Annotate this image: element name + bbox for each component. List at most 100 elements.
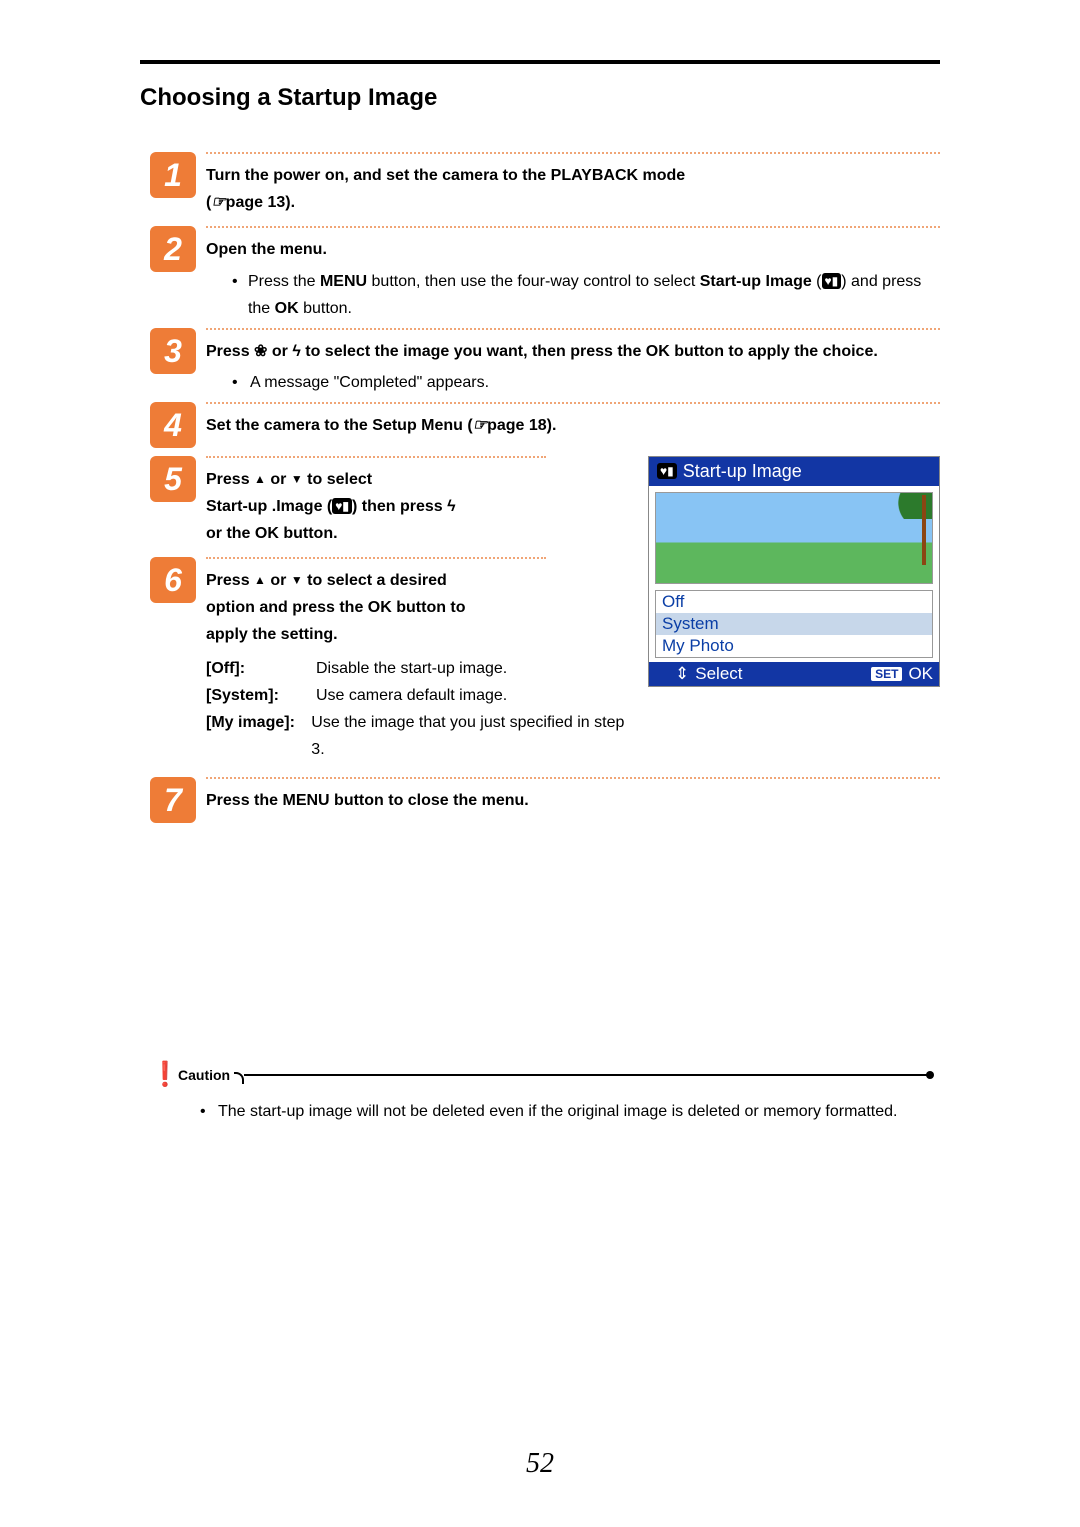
page: Choosing a Startup Image 1 Turn the powe… [140, 0, 940, 1510]
caution-block: ❗ Caution • The start-up image will not … [150, 1060, 930, 1125]
step-number-4: 4 [150, 402, 196, 448]
text: Press [206, 343, 254, 360]
bullet-icon: • [232, 369, 250, 396]
text: or [266, 471, 291, 488]
option-myimage-desc: Use the image that you just specified in… [311, 709, 628, 763]
triangle-up-icon [254, 572, 266, 589]
step-number-5: 5 [150, 456, 196, 502]
table-row: [Off]: Disable the start-up image. [206, 655, 628, 682]
option-system-desc: Use camera default image. [316, 682, 507, 709]
step-number-2: 2 [150, 226, 196, 272]
pointer-icon: ☞ [211, 194, 225, 211]
text: Start-up .Image ( [206, 498, 332, 515]
ok-label: OK [908, 664, 933, 684]
step-3-heading: Press ❀ or ϟ to select the image you wan… [206, 343, 878, 360]
text: apply the setting. [206, 626, 338, 643]
step-1-heading: Turn the power on, and set the camera to… [206, 167, 685, 211]
screenshot-option-off: Off [656, 591, 932, 613]
steps: 1 Turn the power on, and set the camera … [150, 152, 940, 815]
option-off-desc: Disable the start-up image. [316, 655, 507, 682]
page-ref: page 18). [487, 417, 556, 434]
caution-bracket [234, 1072, 244, 1084]
screenshot-titlebar: ♥▮ Start-up Image [649, 457, 939, 486]
palm-trunk-graphic [922, 495, 926, 565]
caution-line [244, 1074, 930, 1076]
step-4-heading: Set the camera to the Setup Menu (☞page … [206, 417, 556, 434]
screenshot-preview-image [655, 492, 933, 584]
text: button. [299, 300, 352, 317]
top-rule [140, 60, 940, 64]
caution-label: Caution [178, 1067, 230, 1083]
ok-label: OK [275, 300, 299, 317]
text: ( [812, 273, 822, 290]
text: button, then use the four-way control to… [367, 273, 700, 290]
caution-body: • The start-up image will not be deleted… [200, 1099, 930, 1125]
triangle-down-icon [291, 471, 303, 488]
screenshot-title: Start-up Image [683, 461, 802, 482]
bullet-icon: • [232, 268, 248, 322]
screenshot-footer: ⇕ Select SET OK [649, 662, 939, 686]
option-myimage-label: [My image]: [206, 709, 311, 763]
step-1: 1 Turn the power on, and set the camera … [150, 152, 940, 216]
text: Press the MENU button, then use the four… [248, 268, 940, 322]
dotted-rule [206, 328, 940, 332]
flash-icon: ϟ [292, 343, 300, 360]
menu-label: MENU [320, 273, 367, 290]
screenshot-select: ⇕ Select [675, 664, 743, 684]
camera-screenshot: ♥▮ Start-up Image Off System My Photo ⇕ … [648, 456, 940, 687]
dotted-rule [206, 402, 940, 406]
text: to select the image you want, then press… [301, 343, 878, 360]
step-number-6: 6 [150, 557, 196, 603]
options-table: [Off]: Disable the start-up image. [Syst… [206, 655, 628, 764]
text: Press [206, 572, 254, 589]
screenshot-option-myphoto: My Photo [656, 635, 932, 657]
startup-image-icon: ♥▮ [657, 463, 677, 479]
caution-text: The start-up image will not be deleted e… [218, 1099, 897, 1125]
step-number-3: 3 [150, 328, 196, 374]
select-label: Select [695, 664, 742, 684]
text: to select [303, 471, 372, 488]
screenshot-option-list: Off System My Photo [655, 590, 933, 658]
startup-image-icon: ♥▮ [822, 273, 842, 289]
page-ref: page 13). [226, 194, 295, 211]
option-off-label: [Off]: [206, 655, 316, 682]
text: Turn the power on, and set the camera to… [206, 167, 685, 184]
pointer-icon: ☞ [473, 417, 487, 434]
dotted-rule [206, 777, 940, 781]
list-item: • A message "Completed" appears. [232, 369, 940, 396]
step-6-heading: Press or to select a desired option and … [206, 572, 466, 643]
flash-icon: ϟ [447, 498, 455, 515]
dotted-rule [206, 456, 546, 460]
step-7-heading: Press the MENU button to close the menu. [206, 792, 529, 809]
startup-image-icon: ♥▮ [332, 498, 352, 514]
macro-icon: ❀ [254, 343, 267, 360]
steps-5-6-wrap: 5 Press or to select Start-up .Image (♥▮… [150, 456, 940, 768]
caution-head: ❗ Caution [150, 1060, 930, 1089]
bullet-icon: • [200, 1099, 218, 1125]
step-number-7: 7 [150, 777, 196, 823]
text: or [266, 572, 291, 589]
triangle-up-icon [254, 471, 266, 488]
caution-icon: ❗ [150, 1060, 174, 1089]
table-row: [My image]: Use the image that you just … [206, 709, 628, 763]
step-3-sublist: • A message "Completed" appears. [232, 369, 940, 396]
text: Set the camera to the Setup Menu ( [206, 417, 473, 434]
dotted-rule [206, 226, 940, 230]
text: Press the [248, 273, 320, 290]
updown-icon: ⇕ [675, 664, 689, 684]
dotted-rule [206, 557, 546, 561]
step-2-heading: Open the menu. [206, 241, 327, 258]
step-5: 5 Press or to select Start-up .Image (♥▮… [150, 456, 628, 548]
page-title: Choosing a Startup Image [140, 84, 940, 112]
list-item: • The start-up image will not be deleted… [200, 1099, 930, 1125]
list-item: • Press the MENU button, then use the fo… [232, 268, 940, 322]
step-6: 6 Press or to select a desired option an… [150, 557, 628, 763]
triangle-down-icon [291, 572, 303, 589]
step-3: 3 Press ❀ or ϟ to select the image you w… [150, 328, 940, 396]
table-row: [System]: Use camera default image. [206, 682, 628, 709]
dotted-rule [206, 152, 940, 156]
step-7: 7 Press the MENU button to close the men… [150, 777, 940, 814]
text: or the OK button. [206, 525, 338, 542]
screenshot-option-system: System [656, 613, 932, 635]
step-2-sublist: • Press the MENU button, then use the fo… [232, 268, 940, 322]
